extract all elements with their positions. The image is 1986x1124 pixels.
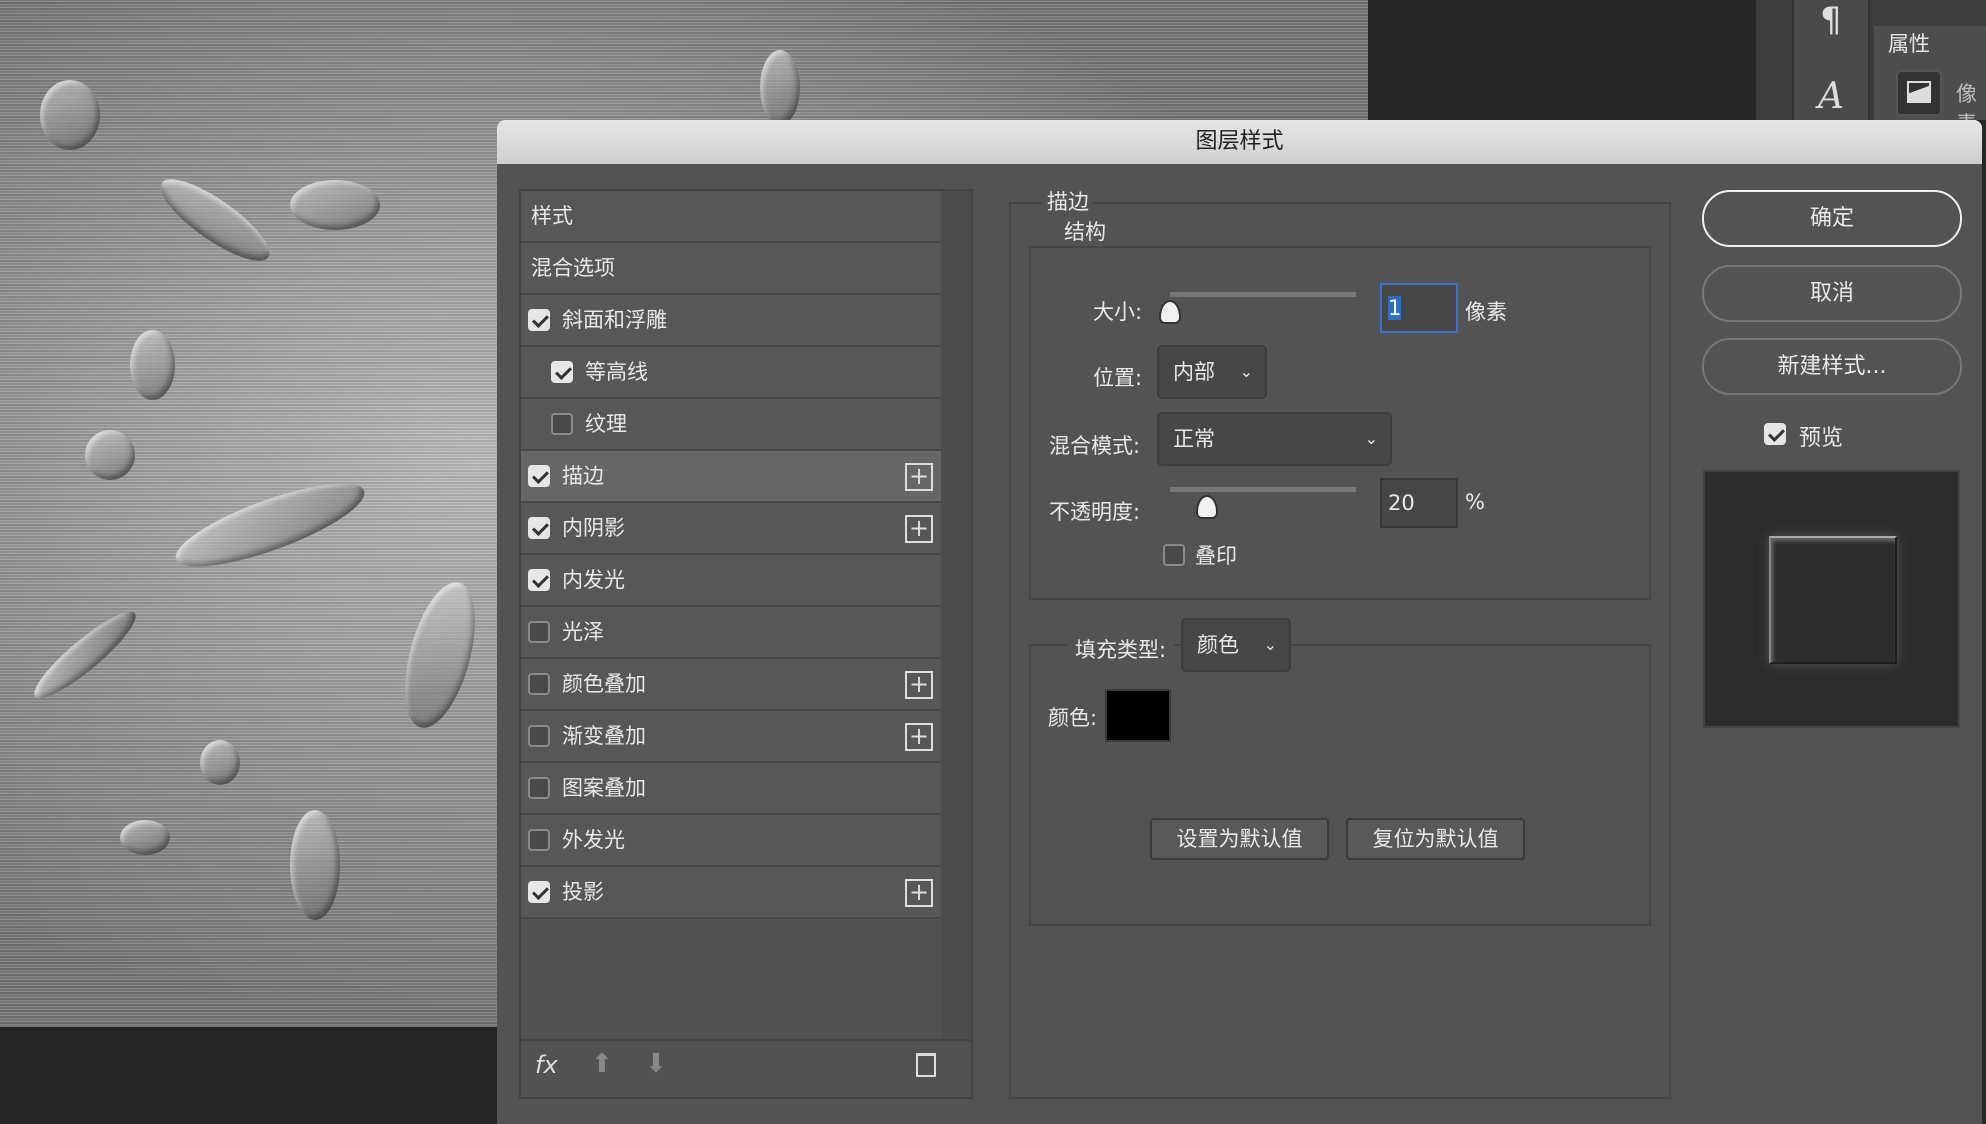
size-input[interactable]: 1: [1380, 283, 1458, 333]
structure-title: 结构: [1060, 216, 1110, 246]
style-checkbox[interactable]: [528, 829, 550, 851]
canvas-pasteboard: [0, 1027, 497, 1124]
style-preview: [1703, 470, 1960, 728]
add-effect-icon[interactable]: +: [905, 515, 933, 543]
style-checkbox[interactable]: [528, 673, 550, 695]
chevron-down-icon: ⌄: [1263, 635, 1277, 654]
style-item[interactable]: 图案叠加: [521, 763, 941, 815]
reset-default-button[interactable]: 复位为默认值: [1346, 818, 1525, 860]
styles-scrollbar[interactable]: [941, 191, 971, 1039]
styles-list: 样式 混合选项 斜面和浮雕等高线纹理描边 + 内阴影 + 内发光光泽颜色叠加 + 渐变叠加 +…: [519, 189, 973, 1099]
styles-header-label: 样式: [531, 204, 573, 228]
style-checkbox[interactable]: [528, 309, 550, 331]
color-label: 颜色:: [1048, 706, 1098, 730]
style-checkbox[interactable]: [551, 413, 573, 435]
style-item-label: 内阴影: [562, 516, 625, 540]
pixel-layer-icon: [1896, 70, 1942, 116]
size-label: 大小:: [1093, 300, 1143, 324]
layer-style-dialog: 图层样式 样式 混合选项 斜面和浮雕 等高线 纹理 描边 + 内阴影 + 内发光 光泽 颜色叠加 +…: [497, 120, 1982, 1124]
add-effect-icon[interactable]: +: [905, 723, 933, 751]
position-select[interactable]: 内部 ⌄: [1157, 345, 1267, 399]
style-item[interactable]: 斜面和浮雕: [521, 295, 941, 347]
preview-checkbox[interactable]: [1764, 423, 1786, 445]
style-item-label: 光泽: [562, 620, 604, 644]
paragraph-panel-icon[interactable]: ¶: [1820, 0, 1842, 40]
character-panel-icon[interactable]: A: [1818, 76, 1844, 117]
style-item-label: 纹理: [585, 412, 627, 436]
size-unit: 像素: [1465, 300, 1507, 324]
stroke-title: 描边: [1043, 186, 1093, 216]
dialog-title[interactable]: 图层样式: [497, 120, 1982, 164]
style-item-label: 描边: [562, 464, 604, 488]
style-item[interactable]: 颜色叠加 +: [521, 659, 941, 711]
style-item[interactable]: 描边 +: [521, 451, 941, 503]
properties-tab[interactable]: 属性: [1888, 28, 1930, 58]
opacity-input[interactable]: 20: [1380, 478, 1458, 528]
style-item-label: 颜色叠加: [562, 672, 646, 696]
fx-menu-icon[interactable]: fx: [535, 1051, 558, 1079]
blend-mode-select[interactable]: 正常 ⌄: [1157, 412, 1392, 466]
blend-options-label: 混合选项: [531, 256, 615, 280]
style-checkbox[interactable]: [528, 517, 550, 539]
style-item-label: 渐变叠加: [562, 724, 646, 748]
workspace-background: [1368, 0, 1754, 120]
properties-panel: 属性 像素: [1874, 26, 1986, 136]
style-item[interactable]: 光泽: [521, 607, 941, 659]
style-item[interactable]: 渐变叠加 +: [521, 711, 941, 763]
fill-type-select[interactable]: 颜色 ⌄: [1181, 618, 1291, 672]
style-item-label: 内发光: [562, 568, 625, 592]
opacity-label: 不透明度:: [1049, 500, 1141, 524]
style-item[interactable]: 纹理: [521, 399, 941, 451]
add-effect-icon[interactable]: +: [905, 463, 933, 491]
style-checkbox[interactable]: [551, 361, 573, 383]
chevron-down-icon: ⌄: [1364, 429, 1378, 448]
blend-mode-label: 混合模式:: [1049, 434, 1141, 458]
style-checkbox[interactable]: [528, 621, 550, 643]
add-effect-icon[interactable]: +: [905, 879, 933, 907]
style-item-label: 外发光: [562, 828, 625, 852]
panel-icon-column: ¶ A: [1792, 0, 1870, 120]
preview-thumbnail: [1769, 536, 1897, 664]
add-effect-icon[interactable]: +: [905, 671, 933, 699]
opacity-slider[interactable]: [1170, 487, 1356, 492]
preview-label: 预览: [1799, 426, 1844, 451]
style-item[interactable]: 外发光: [521, 815, 941, 867]
style-item[interactable]: 等高线: [521, 347, 941, 399]
style-checkbox[interactable]: [528, 777, 550, 799]
style-checkbox[interactable]: [528, 725, 550, 747]
cancel-button[interactable]: 取消: [1702, 265, 1962, 322]
style-item[interactable]: 内发光: [521, 555, 941, 607]
style-item-label: 图案叠加: [562, 776, 646, 800]
position-label: 位置:: [1093, 366, 1143, 390]
chevron-down-icon: ⌄: [1239, 362, 1253, 381]
fill-type-label: 填充类型:: [1067, 634, 1175, 664]
style-checkbox[interactable]: [528, 881, 550, 903]
size-slider[interactable]: [1170, 292, 1356, 297]
trash-icon[interactable]: [916, 1053, 936, 1077]
opacity-unit: %: [1465, 490, 1485, 514]
move-down-icon[interactable]: ⬇: [645, 1049, 667, 1079]
styles-header[interactable]: 样式: [521, 191, 941, 243]
new-style-button[interactable]: 新建样式...: [1702, 338, 1962, 395]
style-item-label: 斜面和浮雕: [562, 308, 667, 332]
style-item-label: 投影: [562, 880, 604, 904]
set-default-button[interactable]: 设置为默认值: [1150, 818, 1329, 860]
style-item-label: 等高线: [585, 360, 648, 384]
style-item[interactable]: 投影 +: [521, 867, 941, 919]
style-checkbox[interactable]: [528, 569, 550, 591]
overprint-checkbox[interactable]: [1163, 544, 1185, 566]
ok-button[interactable]: 确定: [1702, 190, 1962, 247]
move-up-icon[interactable]: ⬆: [591, 1049, 613, 1079]
blend-options-item[interactable]: 混合选项: [521, 243, 941, 295]
styles-toolbar: fx ⬆ ⬇: [521, 1039, 971, 1097]
overprint-label: 叠印: [1195, 544, 1237, 568]
color-swatch[interactable]: [1105, 689, 1171, 742]
fill-type-group: [1029, 644, 1651, 926]
style-checkbox[interactable]: [528, 465, 550, 487]
style-item[interactable]: 内阴影 +: [521, 503, 941, 555]
